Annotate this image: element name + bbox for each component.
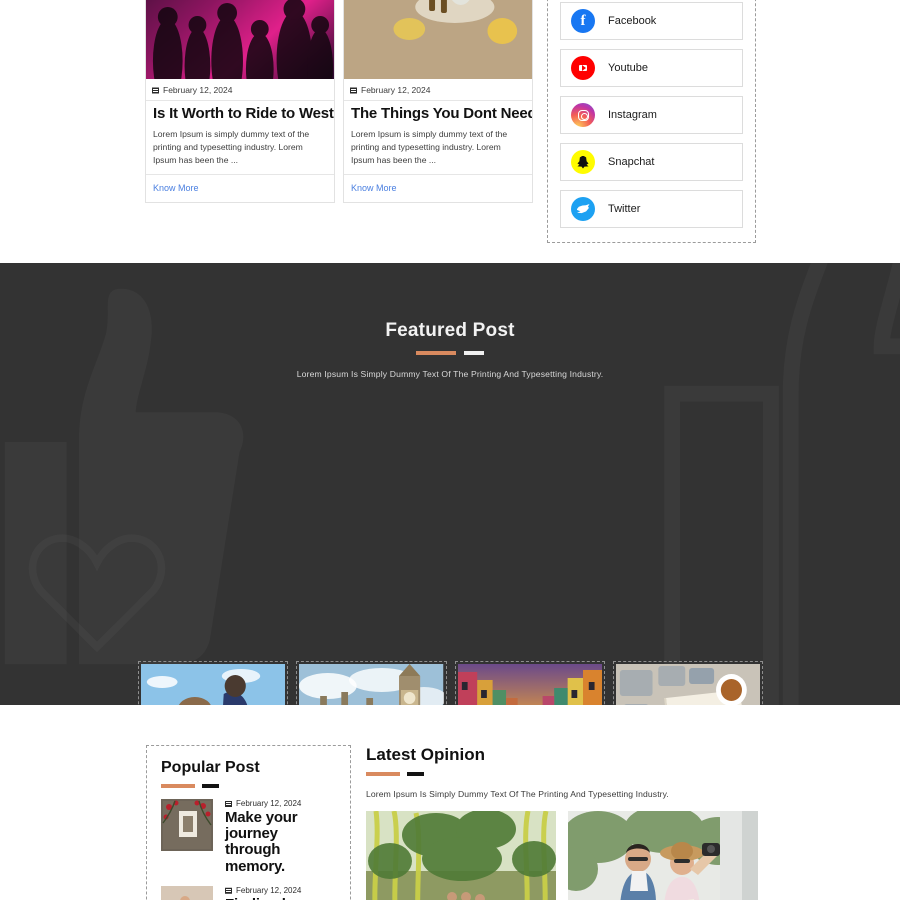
top-posts-section: February 12, 2024 Is It Worth to Ride to… <box>0 0 900 263</box>
popular-thumbnail <box>161 799 213 851</box>
bottom-section: Popular Post February 12, 2024 Make your… <box>0 705 900 900</box>
featured-card[interactable]: February 12, 2024 Spotting Elusive Wildl… <box>454 661 605 705</box>
twitter-icon <box>571 197 595 221</box>
featured-card[interactable]: February 12, 2024 Mount Fuji The Volcani… <box>138 661 289 705</box>
featured-cards-wrapper: February 12, 2024 Mount Fuji The Volcani… <box>138 661 763 705</box>
post-card[interactable]: February 12, 2024 Is It Worth to Ride to… <box>145 0 335 204</box>
latest-opinion-title: Latest Opinion <box>366 745 485 764</box>
social-link-instagram[interactable]: Instagram <box>560 96 743 134</box>
underline-accent <box>161 784 195 788</box>
post-date-text: February 12, 2024 <box>361 85 431 95</box>
featured-image <box>299 664 444 705</box>
underline-dark <box>202 784 219 788</box>
page-root: February 12, 2024 Is It Worth to Ride to… <box>0 0 900 900</box>
date-text: February 12, 2024 <box>236 799 302 808</box>
underline-accent <box>366 772 400 776</box>
underline-light <box>464 351 484 355</box>
featured-post-section: Featured Post Lorem Ipsum Is Simply Dumm… <box>0 263 900 705</box>
opinion-image-row <box>366 811 761 900</box>
popular-item-date: February 12, 2024 <box>225 886 336 895</box>
social-link-label: Youtube <box>608 62 648 74</box>
social-link-snapchat[interactable]: Snapchat <box>560 143 743 181</box>
post-date: February 12, 2024 <box>146 79 334 101</box>
featured-card-row: February 12, 2024 Mount Fuji The Volcani… <box>138 661 763 705</box>
calendar-icon <box>225 887 232 894</box>
popular-item-date: February 12, 2024 <box>225 799 336 808</box>
date-text: February 12, 2024 <box>236 885 302 895</box>
featured-title-underline <box>0 351 900 355</box>
featured-title: Featured Post <box>385 320 515 341</box>
post-title[interactable]: The Things You Dont Need to See in... <box>344 101 532 128</box>
featured-header: Featured Post Lorem Ipsum Is Simply Dumm… <box>0 263 900 379</box>
post-title[interactable]: Is It Worth to Ride to West & North... <box>146 101 334 128</box>
opinion-image[interactable] <box>568 811 758 900</box>
popular-list-item[interactable]: February 12, 2024 Make your journey thro… <box>161 799 336 875</box>
featured-subtitle: Lorem Ipsum Is Simply Dummy Text Of The … <box>296 369 604 379</box>
featured-image <box>457 664 602 705</box>
popular-item-body: February 12, 2024 Finding love and roman… <box>225 886 336 900</box>
social-link-label: Snapchat <box>608 156 655 168</box>
calendar-icon <box>350 87 357 94</box>
latest-opinion-subtitle: Lorem Ipsum Is Simply Dummy Text Of The … <box>366 789 669 799</box>
know-more-link[interactable]: Know More <box>344 175 532 202</box>
social-link-label: Instagram <box>608 109 657 121</box>
heart-watermark-icon <box>22 515 172 665</box>
social-links-widget: f Facebook Youtube Instagram Snapchat Tw… <box>547 0 756 243</box>
popular-post-title: Popular Post <box>161 759 260 776</box>
post-thumbnail-image <box>344 0 532 79</box>
post-date-text: February 12, 2024 <box>163 85 233 95</box>
social-link-label: Facebook <box>608 15 657 27</box>
featured-image <box>141 664 286 705</box>
popular-post-widget: Popular Post February 12, 2024 Make your… <box>146 745 351 900</box>
post-card[interactable]: February 12, 2024 The Things You Dont Ne… <box>343 0 533 204</box>
post-thumbnail-image <box>146 0 334 79</box>
know-more-link[interactable]: Know More <box>146 175 334 202</box>
post-excerpt: Lorem Ipsum is simply dummy text of the … <box>146 128 334 176</box>
underline-accent <box>416 351 456 355</box>
post-excerpt: Lorem Ipsum is simply dummy text of the … <box>344 128 532 176</box>
social-link-facebook[interactable]: f Facebook <box>560 2 743 40</box>
youtube-icon <box>571 56 595 80</box>
social-link-youtube[interactable]: Youtube <box>560 49 743 87</box>
post-card-grid: February 12, 2024 Is It Worth to Ride to… <box>145 0 533 204</box>
post-date: February 12, 2024 <box>344 79 532 101</box>
facebook-icon: f <box>571 9 595 33</box>
featured-card[interactable]: February 12, 2024 Gender Propagation in … <box>296 661 447 705</box>
social-link-label: Twitter <box>608 203 641 215</box>
popular-list-item[interactable]: February 12, 2024 Finding love and roman… <box>161 885 336 900</box>
social-link-twitter[interactable]: Twitter <box>560 190 743 228</box>
underline-dark <box>407 772 424 776</box>
popular-thumbnail <box>161 885 213 900</box>
popular-item-title[interactable]: Make your journey through memory. <box>225 809 336 875</box>
featured-card[interactable]: February 12, 2024 Make your journey thro… <box>612 661 763 705</box>
calendar-icon <box>152 87 159 94</box>
latest-opinion-widget: Latest Opinion Lorem Ipsum Is Simply Dum… <box>366 745 761 900</box>
calendar-icon <box>225 800 232 807</box>
featured-image <box>615 664 760 705</box>
instagram-icon <box>571 103 595 127</box>
popular-title-underline <box>161 784 336 788</box>
snapchat-icon <box>571 150 595 174</box>
popular-item-body: February 12, 2024 Make your journey thro… <box>225 799 336 875</box>
opinion-title-underline <box>366 772 761 776</box>
opinion-image[interactable] <box>366 811 556 900</box>
